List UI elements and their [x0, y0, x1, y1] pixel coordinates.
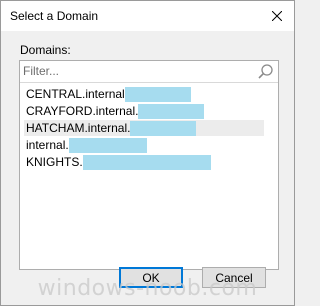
- domains-label: Domains:: [20, 43, 71, 57]
- domain-list[interactable]: CENTRAL.internal CRAYFORD.internal. HATC…: [19, 60, 279, 270]
- list-item[interactable]: CRAYFORD.internal.: [24, 103, 274, 119]
- filter-input[interactable]: [21, 62, 257, 80]
- redacted-block: [82, 154, 211, 170]
- ok-button[interactable]: OK: [119, 267, 183, 288]
- list-item[interactable]: HATCHAM.internal.: [24, 120, 264, 136]
- title-bar: Select a Domain: [1, 1, 294, 31]
- select-domain-dialog: Select a Domain Domains: CENTRAL.interna…: [0, 0, 295, 306]
- filter-row: [20, 61, 278, 83]
- redacted-block: [130, 120, 197, 136]
- search-icon[interactable]: [257, 63, 274, 80]
- domain-name: CENTRAL.internal: [26, 87, 125, 101]
- redacted-block: [124, 86, 191, 102]
- domain-name: KNIGHTS.: [26, 155, 83, 169]
- cancel-button[interactable]: Cancel: [202, 267, 266, 288]
- redacted-block: [138, 103, 205, 119]
- domain-name: internal.: [26, 138, 69, 152]
- list-item[interactable]: internal.: [24, 137, 274, 153]
- close-button[interactable]: [266, 5, 288, 27]
- redacted-block: [68, 137, 147, 153]
- domain-rows: CENTRAL.internal CRAYFORD.internal. HATC…: [24, 86, 274, 171]
- dialog-title: Select a Domain: [10, 9, 99, 23]
- list-item[interactable]: KNIGHTS.: [24, 154, 274, 170]
- domain-name: CRAYFORD.internal.: [26, 104, 139, 118]
- list-item[interactable]: CENTRAL.internal: [24, 86, 274, 102]
- domain-name: HATCHAM.internal.: [26, 121, 131, 135]
- close-icon: [272, 11, 282, 21]
